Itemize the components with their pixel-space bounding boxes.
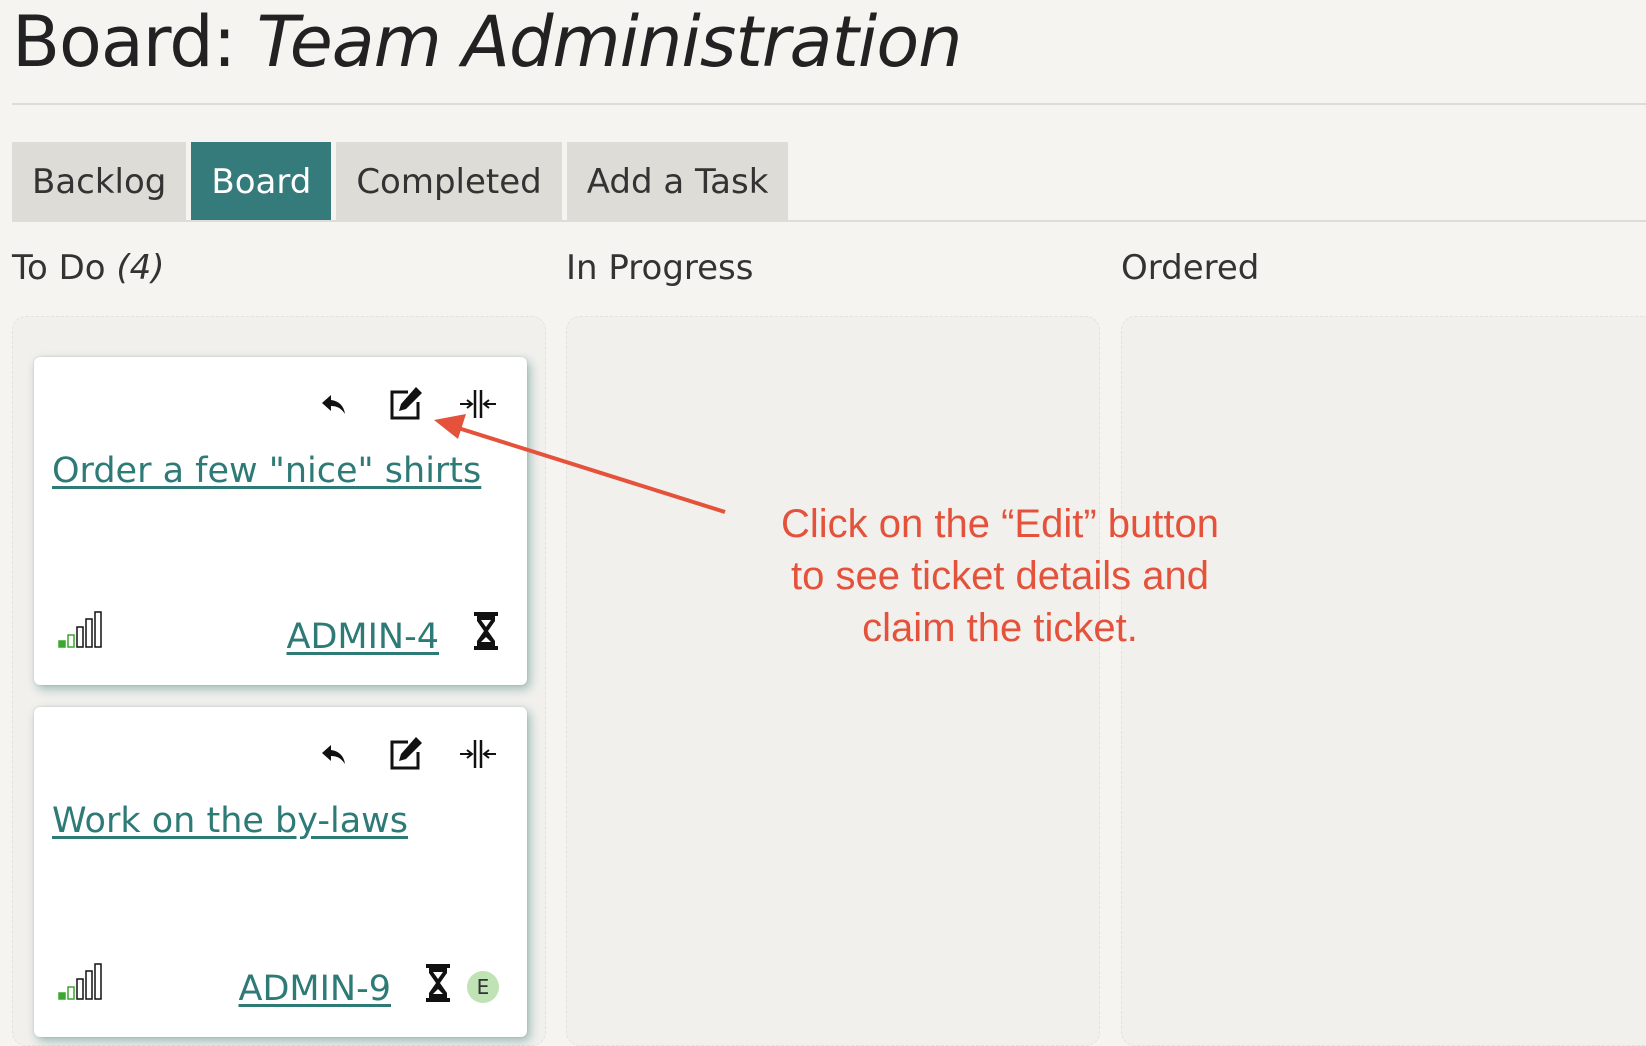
card-footer: ADMIN-9 E <box>58 963 499 1011</box>
ticket-title-link[interactable]: Order a few "nice" shirts <box>52 451 481 491</box>
tab-backlog[interactable]: Backlog <box>12 142 187 222</box>
annotation-line: Click on the “Edit” button <box>781 502 1219 546</box>
hourglass-icon <box>473 611 499 655</box>
page-title-prefix: Board: <box>12 1 236 83</box>
title-divider <box>12 103 1646 105</box>
collapse-icon[interactable] <box>457 383 499 425</box>
tab-add-task[interactable]: Add a Task <box>566 142 789 222</box>
tab-completed[interactable]: Completed <box>336 142 562 222</box>
hourglass-icon <box>425 963 451 1007</box>
edit-icon[interactable] <box>385 383 427 425</box>
ticket-id-link[interactable]: ADMIN-9 <box>239 969 392 1009</box>
reply-icon[interactable] <box>313 383 355 425</box>
reply-icon[interactable] <box>313 733 355 775</box>
column-ordered <box>1121 316 1646 1046</box>
column-todo: Order a few "nice" shirts ADMIN-4 Work o… <box>12 316 546 1046</box>
board-name: Team Administration <box>256 1 963 83</box>
column-title: In Progress <box>566 248 754 288</box>
annotation-line: to see ticket details and <box>790 554 1210 598</box>
collapse-icon[interactable] <box>457 733 499 775</box>
signal-icon <box>58 963 104 1005</box>
edit-icon[interactable] <box>385 733 427 775</box>
page-title: Board: Team Administration <box>12 0 963 84</box>
column-title: Ordered <box>1121 248 1260 288</box>
column-header-in-progress: In Progress <box>566 248 753 288</box>
annotation-callout: Click on the “Edit” button to see ticket… <box>700 498 1300 654</box>
column-header-ordered: Ordered <box>1121 248 1259 288</box>
ticket-card: Order a few "nice" shirts ADMIN-4 <box>34 357 527 685</box>
column-count: (4) <box>116 248 165 288</box>
tabs-divider <box>12 220 1646 222</box>
tab-board[interactable]: Board <box>191 142 332 222</box>
column-in-progress <box>566 316 1100 1046</box>
column-title: To Do <box>12 248 106 288</box>
ticket-card: Work on the by-laws ADMIN-9 E <box>34 707 527 1037</box>
card-footer: ADMIN-4 <box>58 611 499 659</box>
column-header-todo: To Do (4) <box>12 248 165 288</box>
card-actions <box>313 733 499 775</box>
view-tabs: Backlog Board Completed Add a Task <box>12 142 789 222</box>
card-actions <box>313 383 499 425</box>
annotation-line: claim the ticket. <box>862 606 1138 650</box>
assignee-avatar[interactable]: E <box>467 971 499 1003</box>
ticket-title-link[interactable]: Work on the by-laws <box>52 801 408 841</box>
signal-icon <box>58 611 104 653</box>
ticket-id-link[interactable]: ADMIN-4 <box>287 617 440 657</box>
